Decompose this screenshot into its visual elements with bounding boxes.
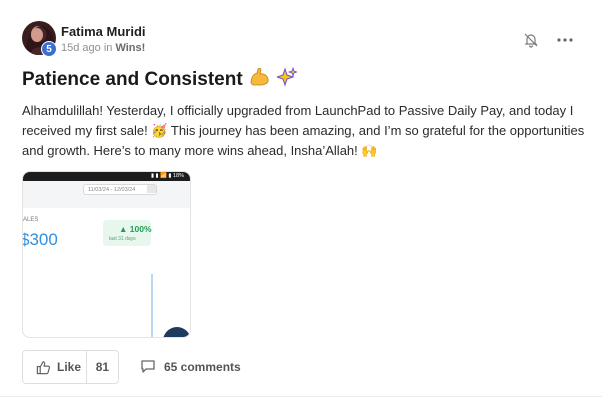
sales-value: $300: [22, 230, 58, 249]
post-time: 15d ago in: [61, 42, 116, 54]
like-label: Like: [57, 360, 82, 374]
sales-label: ALES: [23, 217, 39, 223]
comments-button[interactable]: 65 comments: [140, 359, 241, 374]
avatar[interactable]: 5: [22, 21, 57, 57]
level-badge: 5: [41, 41, 57, 57]
phone-status-bar: ▮ ▮ 📶 ▮ 18%: [23, 172, 190, 181]
divider: [0, 396, 602, 397]
more-horizontal-icon[interactable]: [556, 32, 574, 48]
bell-icon[interactable]: [523, 32, 539, 48]
sparkles-icon: [275, 66, 298, 93]
comments-label: 65 comments: [164, 359, 241, 374]
calendar-icon: [147, 185, 156, 193]
sales-chart-line: [151, 274, 153, 337]
post-body: Alhamdulillah! Yesterday, I officially u…: [22, 103, 585, 158]
growth-period: last 31 days: [109, 236, 136, 242]
like-button[interactable]: Like: [23, 351, 87, 383]
post-category[interactable]: Wins!: [115, 42, 145, 54]
post-meta: 15d ago in Wins!: [61, 42, 145, 54]
like-count[interactable]: 81: [87, 360, 118, 374]
post-card: 5 Fatima Muridi 15d ago in Wins! Patienc…: [0, 0, 602, 400]
like-group: Like 81: [22, 350, 119, 384]
attachment-image[interactable]: ▮ ▮ 📶 ▮ 18% 11/03/24 - 12/03/24 ALES $30…: [22, 171, 191, 338]
thumbs-up-icon: [36, 360, 51, 374]
comment-bubble-icon: [141, 360, 155, 373]
author-name[interactable]: Fatima Muridi: [61, 24, 146, 39]
growth-value: ▲ 100%: [119, 224, 152, 234]
date-range-field: 11/03/24 - 12/03/24: [83, 184, 157, 195]
flexed-biceps-icon: [249, 67, 271, 93]
post-title: Patience and Consistent: [22, 66, 298, 93]
post-title-text: Patience and Consistent: [22, 69, 243, 90]
